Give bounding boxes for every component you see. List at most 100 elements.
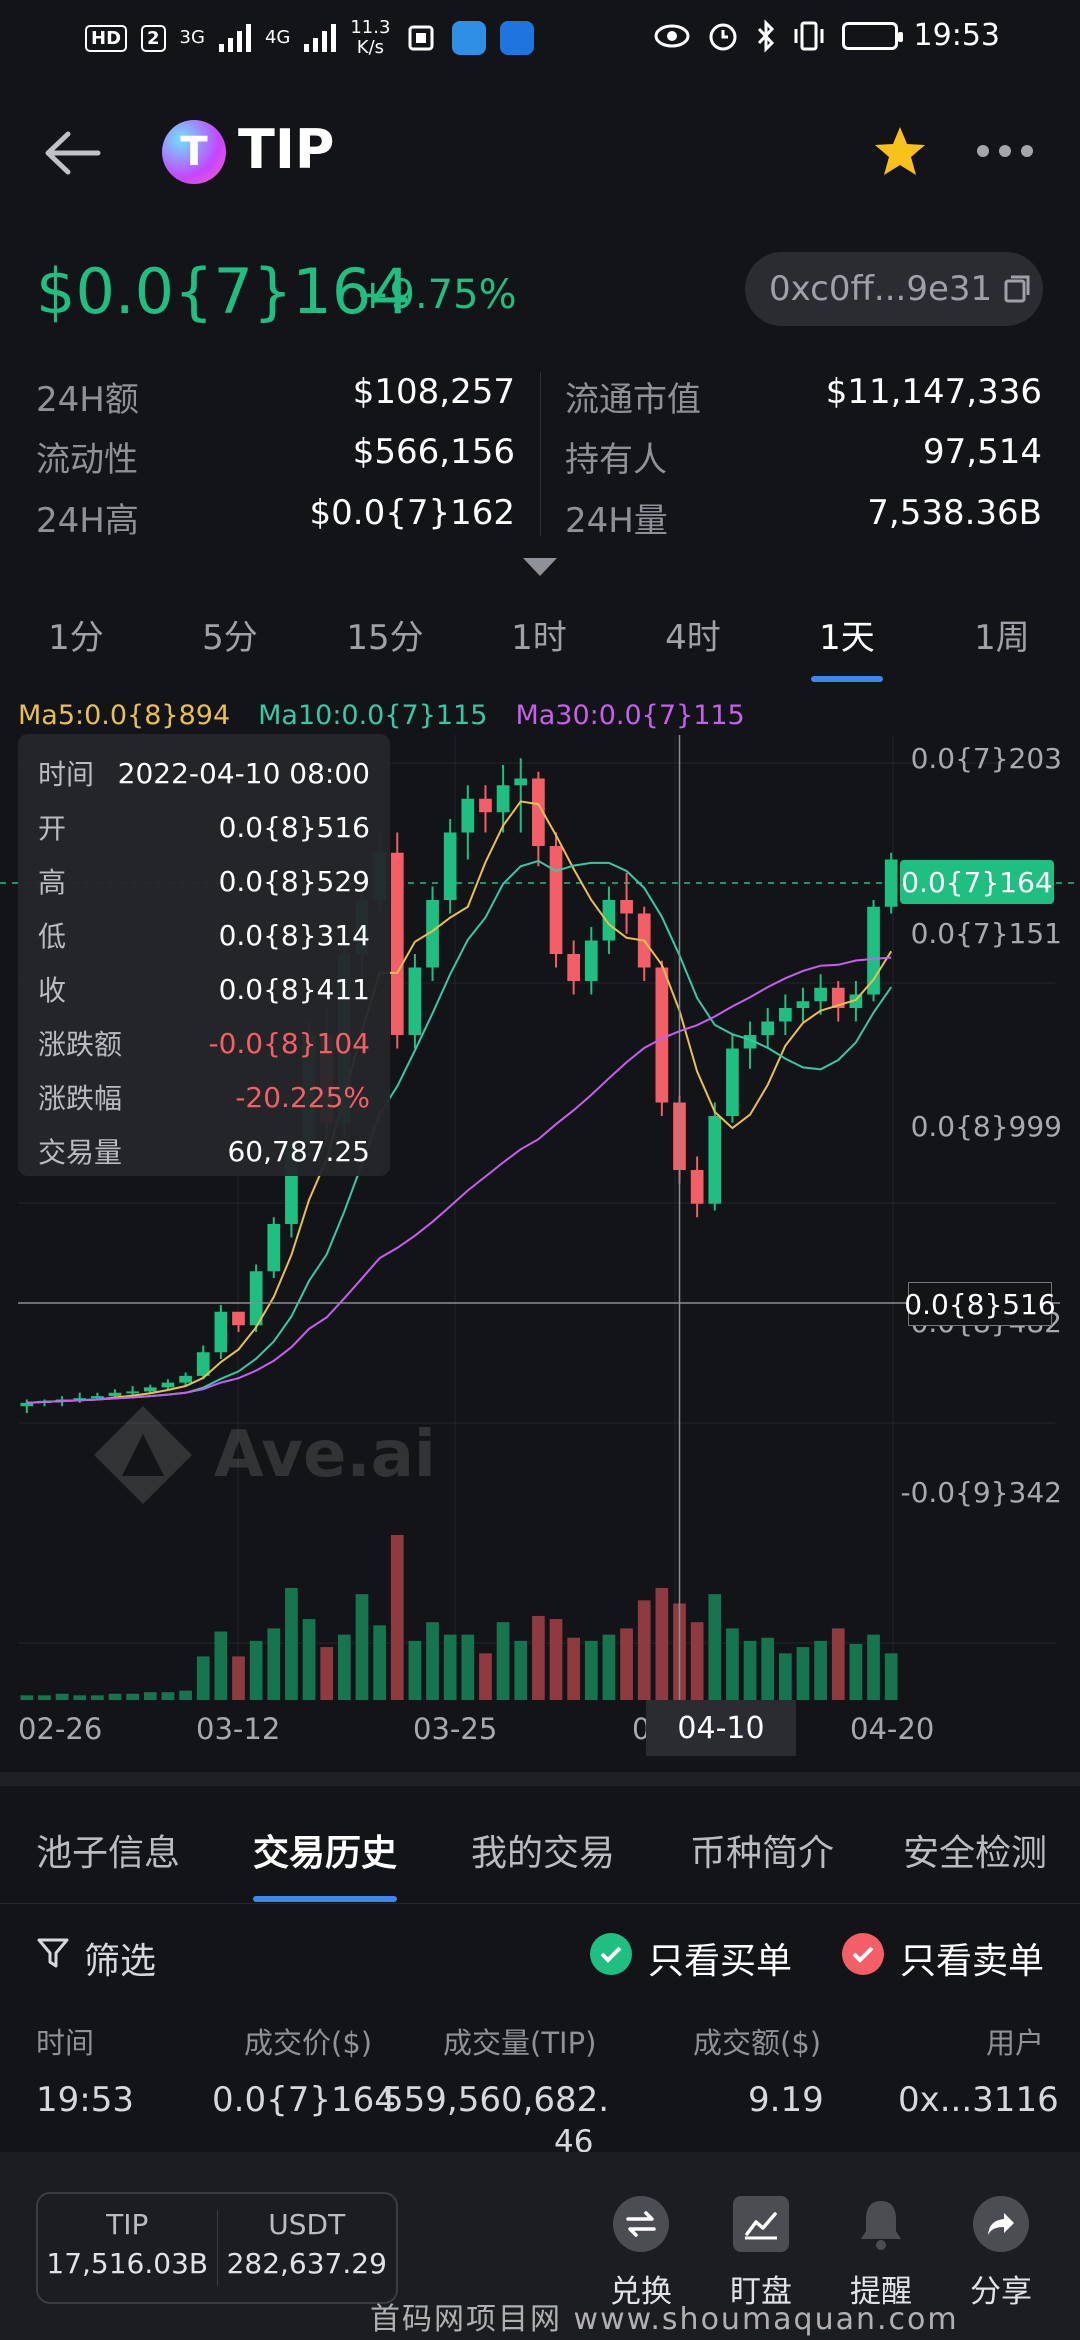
candle-body: [514, 778, 528, 786]
timeframe-tabs: 1分 5分 15分 1时 4时 1天 1周: [0, 610, 1080, 690]
network-3g: 3G: [179, 27, 205, 48]
candle-body: [443, 832, 457, 900]
timeframe-1w[interactable]: 1周: [942, 610, 1062, 659]
timeframe-15m[interactable]: 15分: [325, 610, 445, 659]
volume-bar: [655, 1587, 669, 1700]
back-arrow-icon[interactable]: [42, 128, 102, 178]
watermark-text: Ave.ai: [214, 1418, 436, 1492]
timeframe-4h[interactable]: 4时: [633, 610, 753, 659]
buy-only-check-icon[interactable]: [590, 1933, 632, 1975]
bell-icon: [853, 2196, 909, 2252]
tab-security-check[interactable]: 安全检测: [903, 1824, 1047, 1876]
ave-watermark: Ave.ai: [88, 1400, 436, 1510]
crosshair-date-tag: 04-10: [646, 1700, 796, 1756]
tab-token-intro[interactable]: 币种简介: [690, 1824, 834, 1876]
stat-24h-high-label: 24H高: [36, 501, 139, 541]
balance-symbol: USDT: [268, 2208, 346, 2241]
battery-icon: [841, 21, 903, 50]
candle-body: [108, 1392, 122, 1397]
timeframe-1d[interactable]: 1天: [787, 610, 907, 659]
volume-bar: [443, 1634, 457, 1700]
ohlc-label: 低: [38, 920, 67, 953]
footer-watermark: 首码网项目网 www.shoumaquan.com: [370, 2302, 959, 2337]
candle-body: [584, 940, 598, 981]
buy-only-label[interactable]: 只看买单: [648, 1932, 792, 1984]
balance-amount: 17,516.03B: [46, 2247, 209, 2280]
volume-bar: [55, 1693, 69, 1700]
col-header-user: 用户: [986, 2026, 1045, 2060]
ohlc-label: 涨跌幅: [38, 1082, 123, 1115]
vibrate-icon: [794, 21, 824, 50]
candle-body: [655, 967, 669, 1103]
swap-icon: [613, 2196, 669, 2252]
timeframe-active-underline: [811, 676, 883, 682]
ohlc-row-change: 涨跌额 -0.0{8}104: [38, 1016, 370, 1070]
ohlc-value: -0.0{8}104: [208, 1026, 370, 1060]
volume-bar: [690, 1622, 704, 1700]
ohlc-label: 开: [38, 812, 67, 845]
stat-holders-value: 97,514: [923, 432, 1042, 472]
date-axis-label: 03-12: [196, 1712, 281, 1746]
contract-address-pill[interactable]: 0xc0ff...9e31: [745, 252, 1043, 326]
timeframe-1m[interactable]: 1分: [16, 610, 136, 659]
share-label: 分享: [970, 2274, 1032, 2310]
volume-bar: [20, 1695, 34, 1700]
stat-24h-volume-value: 7,538.36B: [867, 493, 1042, 533]
share-button[interactable]: 分享: [951, 2196, 1051, 2311]
ohlc-value: 0.0{8}516: [218, 810, 370, 844]
volume-bar: [849, 1643, 863, 1700]
timeframe-1h[interactable]: 1时: [479, 610, 599, 659]
tab-pool-info[interactable]: 池子信息: [36, 1824, 180, 1876]
row-user[interactable]: 0x...3116: [898, 2080, 1059, 2120]
volume-bars: [20, 1535, 898, 1700]
ohlc-row-time: 时间 2022-04-10 08:00: [38, 746, 370, 800]
sell-only-label[interactable]: 只看卖单: [900, 1932, 1044, 1984]
candle-body: [479, 798, 492, 813]
stat-market-cap-value: $11,147,336: [825, 372, 1042, 412]
volume-bar: [390, 1535, 404, 1700]
filter-icon[interactable]: [36, 1936, 70, 1970]
ma5-label: Ma5:0.0{8}894: [18, 700, 231, 731]
candle-body: [549, 846, 563, 954]
volume-bar: [867, 1634, 880, 1700]
candle-body: [461, 798, 475, 833]
volume-bar: [373, 1625, 386, 1700]
volume-bar: [108, 1693, 122, 1700]
chip-app-icon: [408, 25, 434, 51]
sell-only-check-icon[interactable]: [842, 1933, 884, 1975]
volume-bar: [249, 1640, 263, 1700]
filter-label[interactable]: 筛选: [84, 1932, 156, 1984]
tab-my-trades[interactable]: 我的交易: [471, 1824, 615, 1876]
copy-icon[interactable]: [1004, 275, 1030, 303]
ohlc-value: 0.0{8}411: [218, 972, 370, 1006]
volume-bar: [320, 1647, 334, 1700]
candle-body: [232, 1311, 245, 1326]
favorite-star-icon[interactable]: [872, 124, 928, 180]
stat-market-cap-label: 流通市值: [565, 380, 701, 420]
section-separator: [0, 1772, 1080, 1786]
section-tabs: 池子信息 交易历史 我的交易 币种简介 安全检测: [0, 1786, 1080, 1904]
tab-trade-history[interactable]: 交易历史: [253, 1824, 397, 1876]
candle-body: [602, 900, 616, 941]
contract-address: 0xc0ff...9e31: [769, 269, 993, 309]
expand-caret-icon[interactable]: [521, 556, 559, 578]
ave-logo-icon: [94, 1406, 192, 1504]
candle-body: [214, 1311, 228, 1353]
row-total: 9.19: [748, 2080, 824, 2120]
volume-bar: [549, 1619, 563, 1700]
net-speed: 11.3 K/s: [350, 17, 391, 58]
clock: 19:53: [913, 18, 1000, 53]
more-options-icon[interactable]: [975, 140, 1035, 162]
volume-bar: [408, 1640, 422, 1700]
price-change-percent: +9.75%: [356, 272, 517, 318]
date-axis-label: 03-25: [413, 1712, 498, 1746]
volume-bar: [214, 1631, 228, 1700]
ohlc-row-volume: 交易量 60,787.25: [38, 1124, 370, 1178]
timeframe-5m[interactable]: 5分: [170, 610, 290, 659]
volume-bar: [884, 1653, 898, 1700]
token-logo: T: [162, 120, 226, 184]
candle-body: [179, 1375, 192, 1383]
volume-bar: [267, 1628, 281, 1700]
ohlc-label: 高: [38, 866, 67, 899]
volume-bar: [514, 1640, 528, 1700]
